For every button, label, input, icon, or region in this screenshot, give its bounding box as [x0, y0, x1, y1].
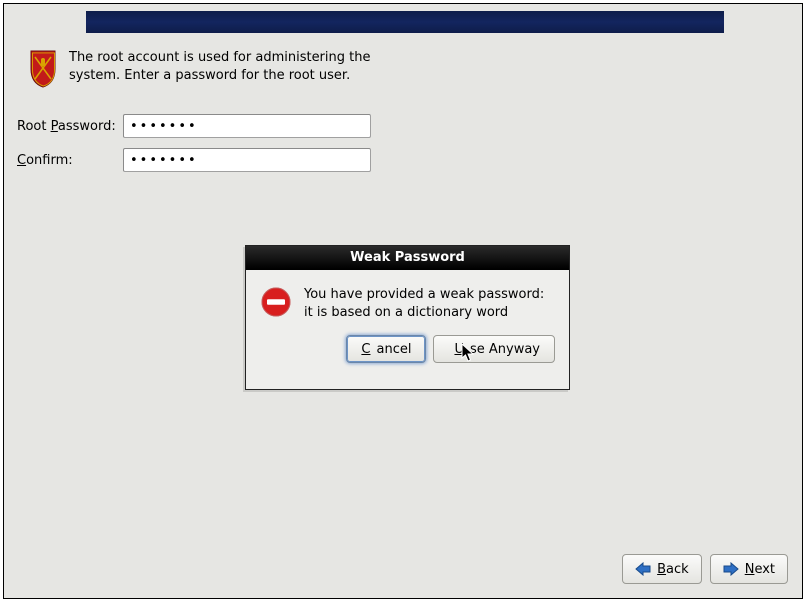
next-button[interactable]: Next: [710, 554, 788, 584]
password-row: Root Password:: [17, 114, 371, 138]
dialog-message: You have provided a weak password: it is…: [304, 286, 555, 321]
confirm-row: Confirm:: [17, 148, 371, 172]
back-button[interactable]: Back: [622, 554, 702, 584]
nav-button-row: Back Next: [622, 554, 788, 584]
root-password-input[interactable]: [123, 114, 371, 138]
intro-text: The root account is used for administeri…: [69, 49, 389, 84]
confirm-label: Confirm:: [17, 153, 123, 168]
installer-panel: The root account is used for administeri…: [3, 3, 803, 599]
error-icon: [260, 286, 292, 318]
weak-password-dialog: Weak Password You have provided a weak p…: [245, 245, 570, 390]
dialog-button-row: Cancel Use Anyway: [246, 329, 569, 375]
cancel-button[interactable]: Cancel: [346, 335, 426, 363]
confirm-password-input[interactable]: [123, 148, 371, 172]
intro-block: The root account is used for administeri…: [27, 49, 389, 89]
password-form: Root Password: Confirm:: [17, 114, 371, 182]
header-banner: [86, 11, 724, 33]
use-anyway-button[interactable]: Use Anyway: [433, 335, 555, 363]
dialog-body: You have provided a weak password: it is…: [246, 270, 569, 329]
dialog-title: Weak Password: [246, 246, 569, 270]
root-password-label: Root Password:: [17, 119, 123, 134]
arrow-left-icon: [635, 562, 651, 576]
shield-icon: [27, 49, 59, 89]
arrow-right-icon: [723, 562, 739, 576]
